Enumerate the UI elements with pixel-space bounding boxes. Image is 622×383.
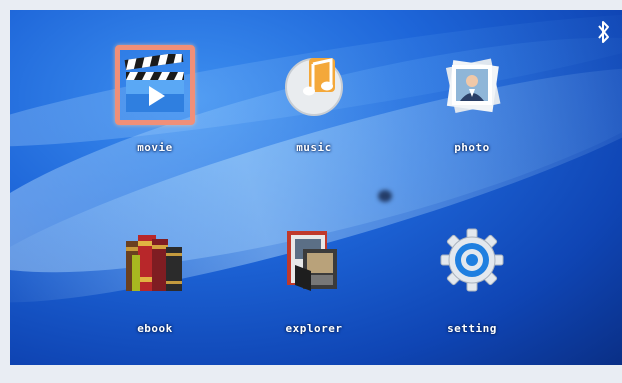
menu-item-label: ebook: [137, 322, 173, 335]
bluetooth-icon: [598, 21, 609, 43]
screen-spot: [378, 190, 392, 202]
icon-container: [432, 220, 512, 300]
menu-item-movie[interactable]: movie: [100, 45, 210, 175]
menu-item-label: explorer: [285, 322, 343, 335]
menu-item-setting[interactable]: setting: [417, 220, 527, 350]
movie-clapper-icon: [124, 54, 184, 112]
icon-container: [115, 220, 195, 300]
menu-item-label: movie: [137, 141, 173, 154]
photo-frames-icon: [445, 58, 501, 114]
menu-item-explorer[interactable]: explorer: [259, 220, 369, 350]
icon-container: [274, 220, 354, 300]
selection-frame: [115, 45, 195, 125]
icon-container: [432, 45, 512, 125]
menu-item-label: photo: [454, 141, 490, 154]
file-explorer-icon: [287, 231, 337, 291]
menu-item-label: setting: [447, 322, 497, 335]
menu-item-ebook[interactable]: ebook: [100, 220, 210, 350]
menu-item-label: music: [296, 141, 332, 154]
music-note-icon: [285, 58, 343, 116]
books-icon: [126, 235, 182, 291]
menu-item-music[interactable]: music: [259, 45, 369, 175]
gear-icon: [440, 228, 504, 292]
icon-container: [274, 45, 354, 125]
menu-item-photo[interactable]: photo: [417, 45, 527, 175]
